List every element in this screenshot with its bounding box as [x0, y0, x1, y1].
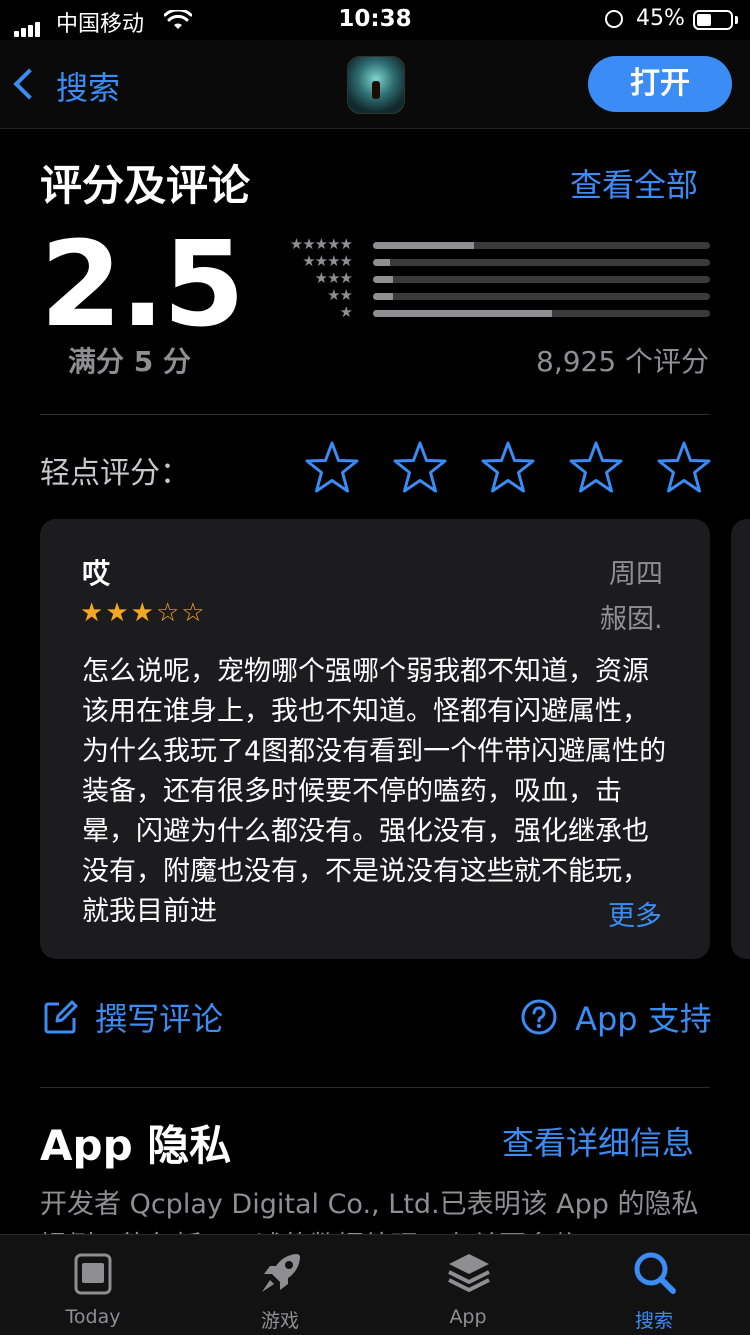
rating-count: 8,925 个评分 [536, 345, 710, 378]
tab-search-label: 搜索 [634, 1310, 673, 1332]
battery-tip [735, 16, 738, 24]
battery-icon [693, 10, 733, 30]
rate-star-3-icon[interactable] [480, 440, 536, 496]
divider [40, 414, 710, 415]
out-of-label: 满分 5 分 [68, 345, 191, 378]
average-score: 2.5 [40, 215, 245, 353]
tab-today-label: Today [65, 1306, 121, 1328]
review-title: 哎 [82, 557, 111, 590]
see-all-link[interactable]: 查看全部 [570, 160, 698, 206]
privacy-title: App 隐私 [40, 1121, 232, 1170]
empty-star-icon: ☆ [155, 598, 180, 628]
open-button[interactable]: 打开 [588, 56, 732, 112]
distribution-bar-1 [373, 310, 710, 317]
rate-star-4-icon[interactable] [568, 440, 624, 496]
back-button[interactable]: 搜索 [13, 63, 121, 109]
distribution-stars-5: ★★★★★ [289, 235, 353, 253]
next-review-card[interactable] [731, 519, 750, 959]
distribution-bar-fill [373, 242, 475, 249]
search-icon [634, 1252, 676, 1294]
distribution-bar-fill [373, 293, 394, 300]
filled-star-icon: ★ [105, 598, 129, 628]
distribution-bar-fill [373, 310, 552, 317]
filled-star-icon: ★ [130, 598, 154, 628]
distribution-bar-4 [373, 259, 710, 266]
privacy-details-link[interactable]: 查看详细信息 [502, 1118, 694, 1164]
today-icon [74, 1253, 112, 1295]
app-support-button[interactable]: App 支持 [520, 994, 712, 1040]
distribution-bar-3 [373, 276, 710, 283]
chevron-left-icon [13, 68, 45, 100]
distribution-stars-3: ★★★ [314, 269, 353, 287]
more-link[interactable]: 更多 [608, 894, 662, 933]
divider [40, 1087, 710, 1088]
orientation-lock-icon [605, 10, 623, 28]
review-body: 怎么说呢，宠物哪个强哪个弱我都不知道，资源该用在谁身上，我也不知道。怪都有闪避属… [82, 656, 667, 927]
distribution-bar-5 [373, 242, 710, 249]
rate-star-2-icon[interactable] [392, 440, 448, 496]
privacy-text: 开发者 Qcplay Digital Co., Ltd.已表明该 App 的隐私… [40, 1189, 699, 1234]
tab-games-label: 游戏 [260, 1310, 299, 1332]
distribution-bar-fill [373, 259, 390, 266]
distribution-stars-1: ★ [339, 303, 353, 321]
tap-to-rate-label: 轻点评分： [40, 456, 190, 491]
rate-star-1-icon[interactable] [304, 440, 360, 496]
compose-icon [44, 1000, 78, 1034]
rate-star-5-icon[interactable] [656, 440, 712, 496]
ratings-title: 评分及评论 [40, 161, 251, 210]
filled-star-icon: ★ [80, 598, 104, 628]
distribution-stars-2: ★★ [327, 286, 353, 304]
distribution-stars-4: ★★★★ [302, 252, 353, 270]
empty-star-icon: ☆ [181, 598, 205, 628]
app-support-label: App 支持 [575, 1000, 712, 1038]
app-icon [347, 56, 405, 114]
question-circle-icon [521, 999, 557, 1035]
back-label: 搜索 [56, 69, 121, 107]
review-star-rating: ★★★☆☆ [80, 598, 207, 628]
review-author: 赧囡. [600, 604, 663, 635]
battery-percentage: 45% [636, 6, 685, 31]
layers-icon [448, 1254, 490, 1292]
distribution-bar-2 [373, 293, 710, 300]
write-review-button[interactable]: 撰写评论 [42, 994, 223, 1040]
review-date: 周四 [609, 559, 663, 590]
status-bar: 中国移动 10:38 45% [0, 0, 750, 40]
distribution-bar-fill [373, 276, 394, 283]
write-review-label: 撰写评论 [95, 1000, 224, 1038]
tab-apps-label: App [449, 1306, 487, 1328]
rocket-icon [262, 1254, 300, 1292]
